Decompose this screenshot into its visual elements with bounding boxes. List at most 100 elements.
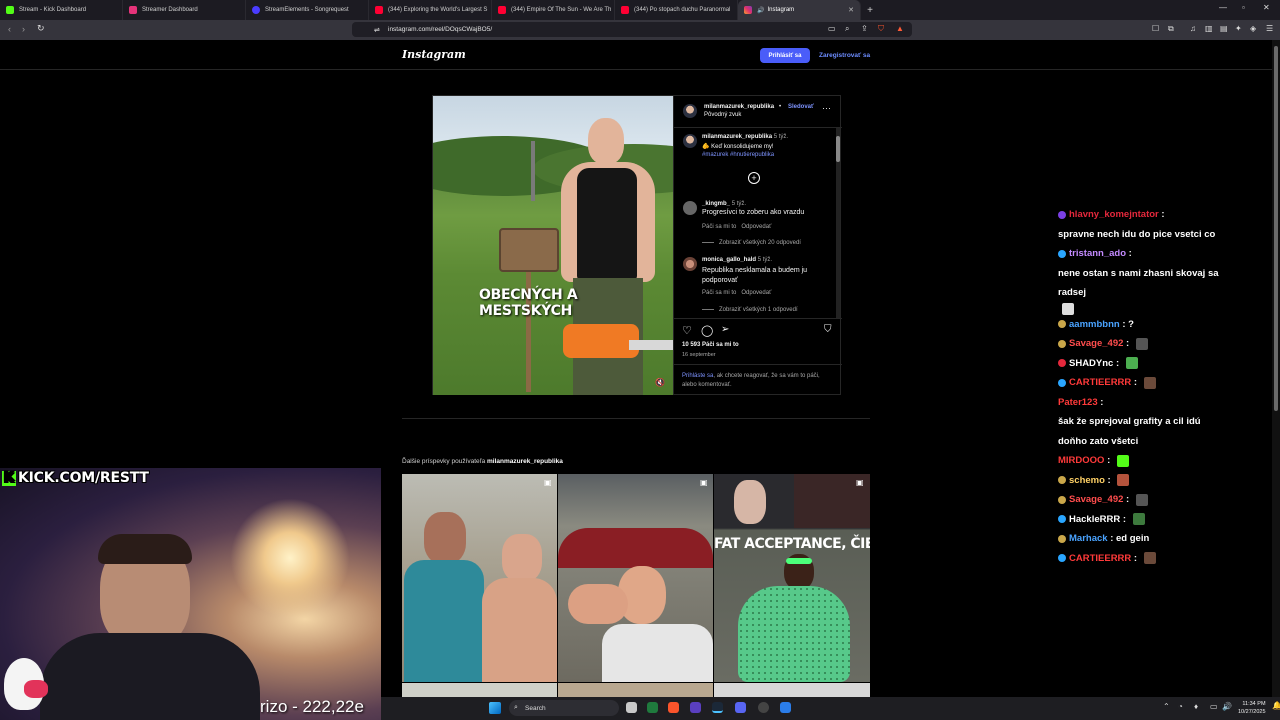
instagram-logo[interactable]: Instagram (402, 48, 466, 61)
audio-label[interactable]: Pôvodný zvuk (704, 112, 741, 118)
back-icon[interactable]: ‹ (8, 24, 11, 34)
comment-avatar[interactable] (683, 257, 697, 271)
comments-scroll-thumb[interactable] (836, 136, 840, 162)
comment-icon[interactable]: ◯ (701, 324, 713, 337)
save-icon[interactable]: ⛉ (824, 324, 832, 335)
comment-reply-link[interactable]: Odpovedať (741, 290, 771, 296)
minimize-icon[interactable]: — (1219, 3, 1227, 12)
more-options-icon[interactable]: ··· (822, 103, 831, 113)
divider (674, 318, 842, 319)
tray-icon[interactable]: ◔ (1178, 702, 1183, 711)
new-tab-button[interactable]: + (861, 5, 879, 16)
comment-like-link[interactable]: Páči sa mi to (702, 290, 736, 296)
post-thumbnail[interactable]: ▣ (402, 474, 557, 682)
volume-icon[interactable]: 🔊 (1222, 702, 1232, 711)
tab-streamelements[interactable]: StreamElements - Songrequest (246, 0, 369, 20)
tab-youtube-1[interactable]: (344) Exploring the World's Largest S (369, 0, 492, 20)
post-thumbnail[interactable]: FAT ACCEPTANCE, ČIERNA ▣ (714, 474, 870, 682)
comment-user[interactable]: monica_gallo_hald (702, 257, 756, 263)
chat-username[interactable]: CARTIEERRR (1069, 373, 1131, 393)
restore-icon[interactable]: ▫ (1242, 3, 1245, 12)
chat-username[interactable]: Savage_492 (1069, 334, 1123, 354)
comment-user[interactable]: _kingmb_ (702, 201, 730, 207)
vpn-icon[interactable]: ◈ (1250, 24, 1256, 33)
author-avatar[interactable] (683, 104, 697, 118)
taskbar-search[interactable]: ⌕ Search (509, 700, 619, 716)
chat-username[interactable]: hlavny_komejntator (1069, 205, 1159, 225)
notification-icon[interactable]: 🔔 (1272, 701, 1280, 710)
post-thumbnail[interactable] (402, 683, 557, 697)
music-icon[interactable]: ♫ (1190, 24, 1196, 33)
tab-youtube-2[interactable]: (344) Empire Of The Sun - We Are Th (492, 0, 615, 20)
site-info-icon[interactable]: ⇌ (374, 26, 380, 34)
post-thumbnail[interactable] (558, 683, 713, 697)
chat-username[interactable]: Marhack (1069, 529, 1108, 549)
chat-username[interactable]: SHADYnc (1069, 354, 1113, 374)
share-icon[interactable]: ⇪ (861, 24, 868, 33)
chat-username[interactable]: HackleRRR (1069, 510, 1120, 530)
caption-hashtags[interactable]: #mazurek #hnutierepublika (702, 152, 774, 158)
view-replies-link[interactable]: Zobraziť všetkých 20 odpovedí (719, 240, 801, 246)
login-button[interactable]: Prihlásiť sa (760, 48, 810, 63)
sidebar-icon[interactable]: ☐ (1152, 24, 1159, 33)
signup-link[interactable]: Zaregistrovať sa (819, 52, 870, 59)
likes-count[interactable]: 10 593 Páči sa mi to (682, 342, 739, 348)
mute-icon[interactable]: 🔇 (655, 378, 665, 387)
reload-icon[interactable]: ↻ (37, 23, 45, 34)
app-icon[interactable] (758, 702, 769, 713)
windows-start-icon[interactable] (489, 702, 501, 714)
login-prompt-link[interactable]: Prihláste sa (682, 373, 713, 379)
task-view-icon[interactable] (626, 702, 637, 713)
menu-icon[interactable]: ☰ (1266, 24, 1273, 33)
post-thumbnail[interactable] (714, 683, 870, 697)
obs-icon[interactable] (690, 702, 701, 713)
chat-username[interactable]: tristann_ado (1069, 244, 1126, 264)
caption-avatar[interactable] (683, 134, 697, 148)
forward-icon[interactable]: › (22, 24, 25, 34)
view-replies-link[interactable]: Zobraziť všetkých 1 odpovedí (719, 307, 798, 313)
brave-icon[interactable] (668, 702, 679, 713)
zoom-icon[interactable]: ⌕ (845, 24, 849, 34)
share-icon[interactable]: ➢ (721, 324, 729, 335)
close-window-icon[interactable]: ✕ (1263, 3, 1270, 12)
page-scroll-thumb[interactable] (1274, 46, 1278, 411)
tab-kick-dashboard[interactable]: Stream - Kick Dashboard (0, 0, 123, 20)
ai-icon[interactable]: ✦ (1235, 24, 1242, 33)
wallet-icon[interactable]: ▤ (1220, 24, 1228, 33)
chat-username[interactable]: CARTIEERRR (1069, 549, 1131, 569)
close-tab-icon[interactable]: ✕ (848, 6, 854, 14)
brave-shield-icon[interactable]: ⛉ (878, 24, 884, 34)
author-name[interactable]: milanmazurek_republika (704, 104, 774, 110)
excel-icon[interactable] (647, 702, 658, 713)
dot-separator: • (779, 104, 782, 110)
comment-avatar[interactable] (683, 201, 697, 215)
panel-icon[interactable]: ▥ (1205, 24, 1213, 33)
screen-icon[interactable]: ▭ (828, 24, 836, 33)
network-icon[interactable]: ▭ (1210, 702, 1218, 711)
chat-username[interactable]: aammbbnn (1069, 315, 1120, 335)
chat-username[interactable]: Savage_492 (1069, 490, 1123, 510)
like-icon[interactable]: ♡ (682, 324, 692, 337)
caption-author[interactable]: milanmazurek_republika (702, 134, 772, 140)
brave-rewards-icon[interactable]: ▲ (896, 24, 904, 33)
tab-youtube-3[interactable]: (344) Po stopach duchu Paranormal (615, 0, 738, 20)
screenshot-icon[interactable]: ⧉ (1168, 24, 1174, 34)
reel-video[interactable]: OBECNÝCH A MESTSKÝCH 🔇 (433, 96, 673, 395)
app-icon[interactable] (780, 702, 791, 713)
chat-message: Savage_492 : (1058, 334, 1230, 354)
tab-instagram[interactable]: 🔊 Instagram ✕ (738, 0, 861, 20)
chat-username[interactable]: schemo (1069, 471, 1105, 491)
taskbar-clock[interactable]: 11:34 PM 10/27/2025 (1238, 700, 1266, 716)
comment-reply-link[interactable]: Odpovedať (741, 224, 771, 230)
chat-username[interactable]: MIRDOOO (1058, 451, 1104, 471)
mic-icon[interactable]: ♦ (1194, 702, 1198, 711)
tab-streamer-dashboard[interactable]: Streamer Dashboard (123, 0, 246, 20)
comment-like-link[interactable]: Páči sa mi to (702, 224, 736, 230)
load-more-comments-icon[interactable]: + (748, 172, 760, 184)
chevron-up-icon[interactable]: ⌃ (1163, 702, 1170, 711)
discord-icon[interactable] (735, 702, 746, 713)
chat-username[interactable]: Pater123 (1058, 393, 1098, 413)
steam-icon[interactable] (712, 702, 723, 713)
post-thumbnail[interactable]: ▣ (558, 474, 713, 682)
follow-button[interactable]: Sledovať (788, 104, 814, 110)
